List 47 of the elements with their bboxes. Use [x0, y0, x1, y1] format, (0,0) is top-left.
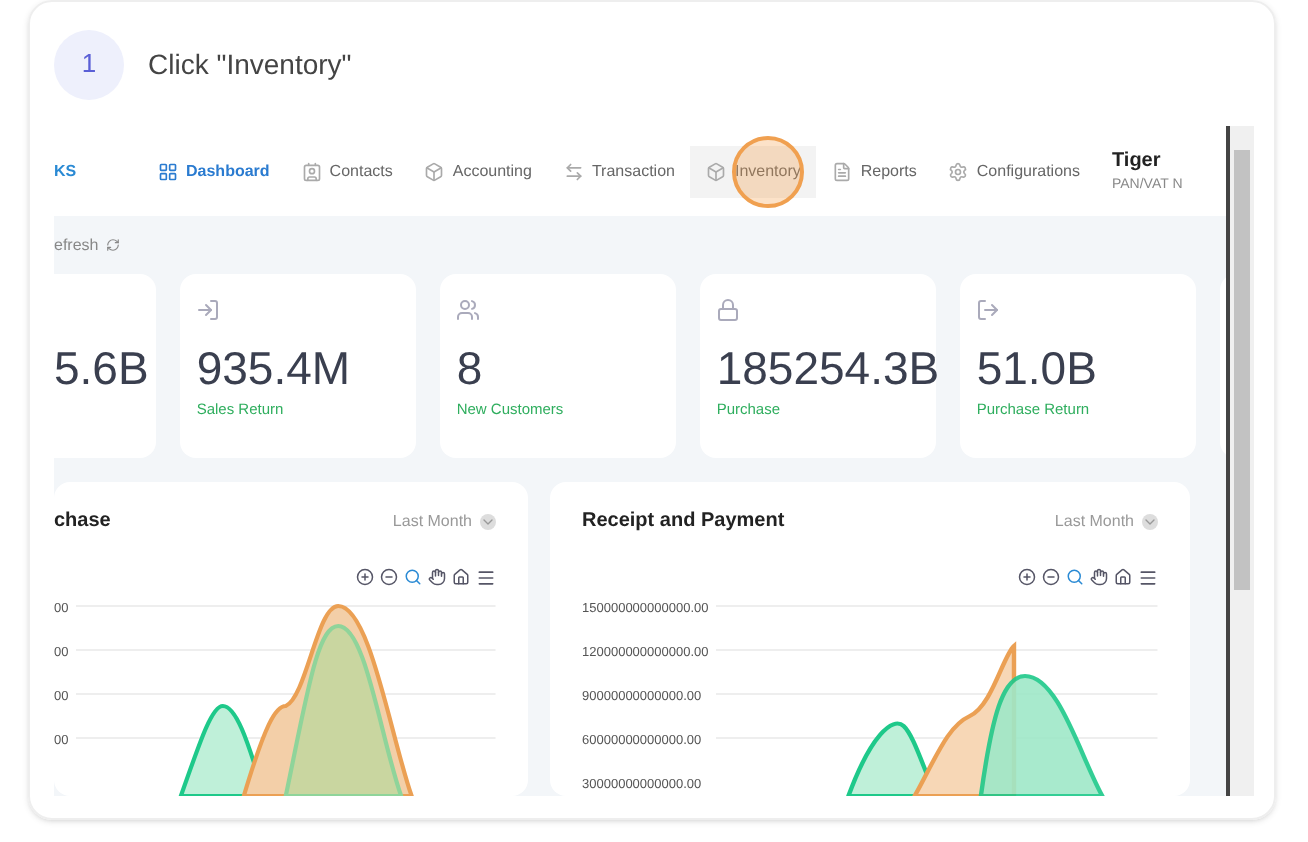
caret-icon — [1142, 513, 1158, 529]
stat-value: 8 — [456, 340, 485, 398]
box-icon — [424, 161, 445, 181]
stat-value: 185254.3B — [716, 340, 937, 398]
gear-icon — [948, 161, 969, 181]
stat-value: 51.0B — [976, 340, 1099, 398]
hand-icon[interactable] — [428, 568, 446, 586]
nav-tab[interactable]: Reports — [816, 145, 933, 197]
stat-value: 5.6B — [54, 340, 149, 398]
document-icon — [832, 161, 853, 181]
caret-icon — [480, 513, 496, 529]
door-arrow-icon — [196, 298, 221, 322]
nav-tab[interactable]: Inventory — [690, 145, 817, 197]
door-arrow-icon — [976, 298, 1001, 322]
menu-icon[interactable] — [1138, 568, 1158, 588]
chart-title: chase — [54, 508, 111, 536]
nav-tab[interactable]: Contacts — [285, 145, 409, 197]
step-number: 1 — [54, 29, 124, 99]
company-name: Tiger — [1111, 147, 1163, 176]
scrollbar[interactable] — [1226, 126, 1254, 796]
zoom-in-icon[interactable] — [1018, 568, 1036, 586]
contact-card-icon — [301, 161, 322, 181]
logo-text: KS — [54, 159, 79, 183]
lock-icon — [716, 298, 741, 322]
box-icon — [706, 161, 727, 181]
search-icon[interactable] — [404, 568, 422, 586]
nav-tab[interactable]: Transaction — [547, 145, 691, 197]
click-indicator — [732, 135, 805, 207]
nav-tab[interactable]: Accounting — [408, 145, 548, 197]
home-icon[interactable] — [1114, 568, 1132, 586]
nav-tab[interactable]: Dashboard — [142, 145, 286, 197]
refresh-icon[interactable] — [106, 238, 121, 252]
stat-value: 935.4M — [196, 340, 353, 398]
grid-icon — [158, 161, 178, 181]
step-instruction: Click "Inventory" — [148, 45, 352, 84]
nav-tab[interactable]: Configurations — [932, 145, 1096, 197]
zoom-in-icon[interactable] — [356, 568, 374, 586]
hand-icon[interactable] — [1090, 568, 1108, 586]
search-icon[interactable] — [1066, 568, 1084, 586]
zoom-out-icon[interactable] — [380, 568, 398, 586]
chart-title: Receipt and Payment — [582, 508, 785, 536]
refresh-link[interactable]: efresh — [54, 233, 99, 257]
arrows-icon — [563, 161, 584, 181]
home-icon[interactable] — [452, 568, 470, 586]
zoom-out-icon[interactable] — [1042, 568, 1060, 586]
menu-icon[interactable] — [476, 568, 496, 588]
users-icon — [456, 298, 481, 322]
